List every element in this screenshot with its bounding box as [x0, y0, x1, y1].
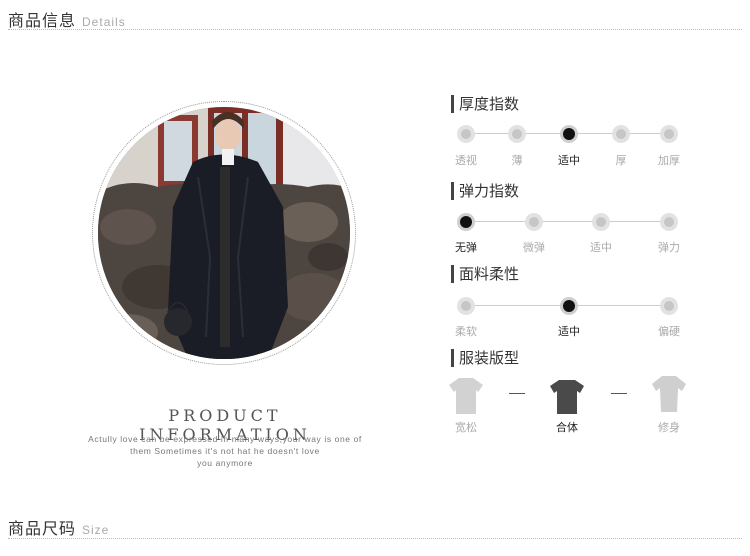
desc-line: you anymore [197, 458, 253, 468]
desc-line: them Sometimes it's not hat he doesn't l… [130, 446, 320, 456]
thickness-dot-selected[interactable] [560, 125, 578, 143]
softness-title-text: 面料柔性 [459, 265, 520, 283]
elasticity-title-text: 弹力指数 [459, 182, 520, 200]
elasticity-title: 弹力指数 [451, 180, 519, 201]
thickness-label-selected: 适中 [558, 154, 580, 167]
elasticity-label: 弹力 [658, 241, 680, 254]
elasticity-label-selected: 无弹 [455, 241, 477, 254]
slim-shirt-icon[interactable] [652, 375, 686, 413]
thickness-title: 厚度指数 [451, 93, 519, 114]
divider [8, 538, 742, 539]
size-header: 商品尺码 Size [8, 515, 109, 539]
product-photo [98, 107, 350, 359]
thickness-label: 薄 [511, 154, 523, 167]
thickness-dot[interactable] [457, 125, 475, 143]
softness-dot[interactable] [457, 297, 475, 315]
details-title: 商品信息 [8, 11, 77, 30]
elasticity-track [466, 221, 669, 222]
elasticity-dot[interactable] [660, 213, 678, 231]
thickness-dot[interactable] [612, 125, 630, 143]
thickness-title-text: 厚度指数 [459, 95, 520, 113]
title-bar [451, 348, 454, 367]
separator-dash [509, 393, 525, 394]
softness-label-selected: 适中 [558, 325, 580, 338]
fit-title: 服装版型 [451, 347, 519, 368]
fit-label: 修身 [658, 421, 680, 434]
fit-title-text: 服装版型 [459, 349, 520, 367]
thickness-label: 加厚 [658, 154, 680, 167]
softness-dot[interactable] [660, 297, 678, 315]
elasticity-dot[interactable] [525, 213, 543, 231]
softness-dot-selected[interactable] [560, 297, 578, 315]
divider [8, 29, 742, 30]
regular-shirt-icon[interactable] [550, 379, 584, 415]
thickness-label: 透视 [455, 154, 477, 167]
loose-shirt-icon[interactable] [449, 377, 483, 415]
elasticity-dot[interactable] [592, 213, 610, 231]
size-subtitle: Size [82, 523, 110, 537]
title-bar [451, 94, 454, 113]
title-bar [451, 264, 454, 283]
elasticity-dot-selected[interactable] [457, 213, 475, 231]
details-subtitle: Details [82, 15, 126, 29]
size-title: 商品尺码 [8, 519, 77, 538]
thickness-label: 厚 [615, 154, 627, 167]
softness-label: 柔软 [455, 325, 477, 338]
details-header: 商品信息 Details [8, 7, 126, 31]
elasticity-label: 微弹 [523, 241, 545, 254]
thickness-dot[interactable] [660, 125, 678, 143]
fit-label: 宽松 [455, 421, 477, 434]
separator-dash [611, 393, 627, 394]
product-description: Actully love can be expressed in many wa… [70, 433, 380, 469]
desc-line: Actully love can be expressed in many wa… [88, 434, 362, 444]
fit-label-selected: 合体 [556, 421, 578, 434]
elasticity-label: 适中 [590, 241, 612, 254]
softness-title: 面料柔性 [451, 263, 519, 284]
softness-label: 偏硬 [658, 325, 680, 338]
thickness-dot[interactable] [508, 125, 526, 143]
title-bar [451, 181, 454, 200]
